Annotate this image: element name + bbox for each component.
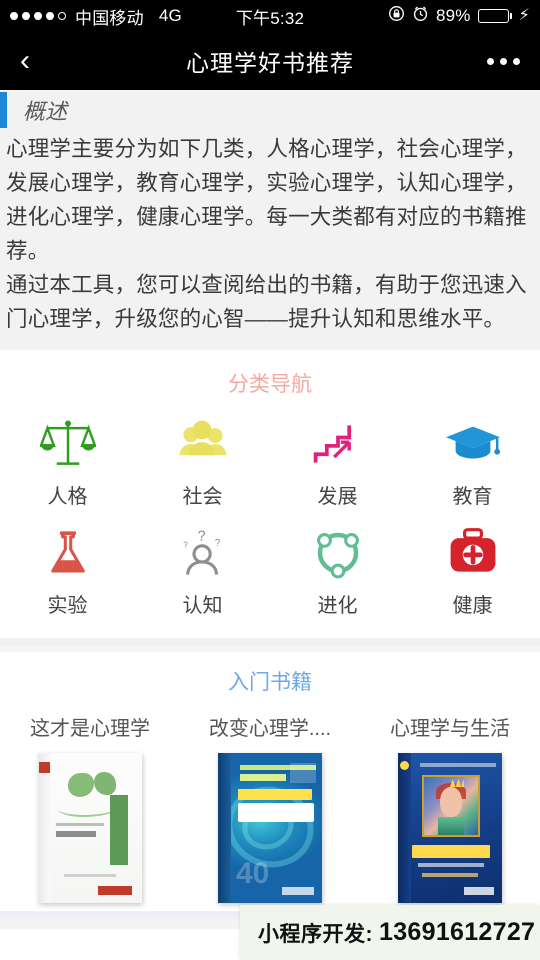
people-group-icon bbox=[175, 414, 231, 474]
overview-title: 概述 bbox=[23, 99, 68, 124]
promo-label: 小程序开发: bbox=[258, 922, 373, 946]
category-label: 人格 bbox=[47, 486, 88, 508]
book-item[interactable]: 改变心理学.... 40 bbox=[180, 706, 360, 903]
category-row-1: 人格 社会 发展 教育 bbox=[0, 408, 540, 517]
category-item-education[interactable]: 教育 bbox=[405, 408, 540, 517]
person-question-marks-icon: ? ? ? bbox=[176, 523, 230, 583]
charging-bolt-icon: ⚡ bbox=[518, 7, 530, 24]
overview-card: 概述 心理学主要分为如下几类，人格心理学，社会心理学，发展心理学，教育心理学，实… bbox=[0, 90, 540, 350]
book-item[interactable]: 心理学与生活 bbox=[360, 706, 540, 903]
status-bar-left: 中国移动 4G bbox=[10, 4, 182, 29]
category-label: 健康 bbox=[452, 595, 493, 617]
overview-paragraph-1: 心理学主要分为如下几类，人格心理学，社会心理学，发展心理学，教育心理学，实验心理… bbox=[6, 137, 527, 263]
book-cover-image[interactable] bbox=[398, 753, 502, 903]
category-section-title: 分类导航 bbox=[228, 373, 312, 396]
category-label: 实验 bbox=[47, 595, 88, 617]
book-item[interactable]: 这才是心理学 bbox=[0, 706, 180, 903]
category-item-evolution[interactable]: 进化 bbox=[270, 517, 405, 626]
overview-accent-bar bbox=[0, 92, 7, 128]
category-item-development[interactable]: 发展 bbox=[270, 408, 405, 517]
navigation-bar: ‹ 心理学好书推荐 bbox=[0, 32, 540, 90]
overview-header: 概述 bbox=[0, 90, 540, 130]
category-label: 认知 bbox=[182, 595, 223, 617]
signal-strength-icon bbox=[10, 12, 66, 20]
category-item-cognition[interactable]: ? ? ? 认知 bbox=[135, 517, 270, 626]
promo-phone-number: 13691612727 bbox=[379, 918, 536, 946]
book-title: 心理学与生活 bbox=[390, 718, 510, 740]
book-cover-image[interactable] bbox=[38, 753, 142, 903]
category-item-experiment[interactable]: 实验 bbox=[0, 517, 135, 626]
molecule-nodes-icon bbox=[311, 523, 365, 583]
svg-text:?: ? bbox=[197, 528, 205, 544]
first-aid-kit-icon bbox=[445, 523, 501, 583]
category-item-health[interactable]: 健康 bbox=[405, 517, 540, 626]
overview-body: 心理学主要分为如下几类，人格心理学，社会心理学，发展心理学，教育心理学，实验心理… bbox=[0, 130, 540, 336]
books-section-title: 入门书籍 bbox=[228, 671, 312, 694]
status-bar: 中国移动 4G 下午5:32 89% ⚡ bbox=[0, 0, 540, 32]
network-type-label: 4G bbox=[158, 6, 182, 25]
books-row: 这才是心理学 改变心理学.... 40 心理学与生活 bbox=[0, 706, 540, 903]
intro-books-section: 入门书籍 这才是心理学 改变心理学.... 40 心理学与生活 bbox=[0, 652, 540, 911]
book-title: 这才是心理学 bbox=[30, 718, 150, 740]
status-bar-right: 89% ⚡ bbox=[388, 5, 530, 27]
stairs-arrow-up-icon bbox=[310, 414, 366, 474]
page-title: 心理学好书推荐 bbox=[186, 50, 354, 76]
book-cover-image[interactable]: 40 bbox=[218, 753, 322, 903]
book-title: 改变心理学.... bbox=[208, 718, 332, 740]
category-item-personality[interactable]: 人格 bbox=[0, 408, 135, 517]
battery-icon bbox=[477, 9, 512, 23]
battery-percent-label: 89% bbox=[435, 6, 471, 25]
overview-paragraph-2: 通过本工具，您可以查阅给出的书籍，有助于您迅速入门心理学，升级您的心智——提升认… bbox=[6, 273, 527, 331]
category-label: 社会 bbox=[182, 486, 223, 508]
category-label: 教育 bbox=[452, 486, 493, 508]
phone-screen: 中国移动 4G 下午5:32 89% ⚡ ‹ 心理学好书推荐 概述 心理学主要分… bbox=[0, 0, 540, 960]
rotation-lock-icon bbox=[388, 5, 405, 27]
carrier-label: 中国移动 bbox=[75, 8, 144, 28]
category-row-2: 实验 ? ? ? 认知 进化 健康 bbox=[0, 517, 540, 626]
category-label: 进化 bbox=[317, 595, 358, 617]
alarm-clock-icon bbox=[412, 5, 429, 27]
flask-icon bbox=[41, 523, 95, 583]
promo-overlay[interactable]: 小程序开发: 13691612727 bbox=[240, 905, 540, 960]
graduation-cap-icon bbox=[444, 414, 502, 474]
category-label: 发展 bbox=[317, 486, 358, 508]
svg-text:?: ? bbox=[183, 541, 188, 550]
svg-text:?: ? bbox=[214, 538, 220, 549]
category-navigation-section: 分类导航 人格 社会 发展 教育 实验 ? ? ? 认知 进化 健康 bbox=[0, 350, 540, 638]
scales-balance-icon bbox=[39, 414, 96, 474]
category-item-social[interactable]: 社会 bbox=[135, 408, 270, 517]
more-menu-button[interactable] bbox=[487, 57, 520, 65]
section-divider bbox=[0, 638, 540, 646]
